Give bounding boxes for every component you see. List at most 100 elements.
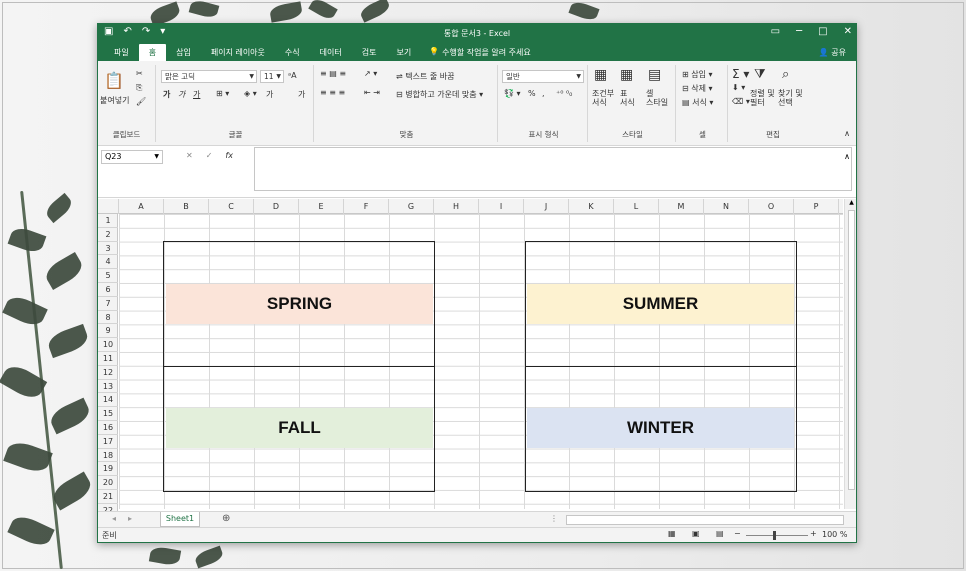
comma-icon[interactable]: , xyxy=(542,89,545,98)
column-header-e[interactable]: E xyxy=(299,199,344,214)
column-header-n[interactable]: N xyxy=(704,199,749,214)
scroll-thumb[interactable] xyxy=(848,210,855,490)
close-icon[interactable]: ✕ xyxy=(844,26,852,37)
zoom-out-icon[interactable]: − xyxy=(734,529,741,538)
find-select-button[interactable]: 찾기 및 선택 xyxy=(778,89,803,107)
horizontal-scrollbar[interactable] xyxy=(566,515,844,525)
scroll-up-icon[interactable]: ▲ xyxy=(845,199,856,206)
split-handle-icon[interactable]: ⋮ xyxy=(550,514,558,523)
zoom-level[interactable]: 100 % xyxy=(822,530,847,539)
row-header-5[interactable]: 5 xyxy=(98,269,118,283)
percent-button[interactable]: % xyxy=(528,89,536,98)
indent-icon[interactable]: ⇤ ⇥ xyxy=(364,88,380,97)
normal-view-icon[interactable]: ▦ xyxy=(668,529,676,538)
column-header-d[interactable]: D xyxy=(254,199,299,214)
tab-review[interactable]: 검토 xyxy=(352,44,387,61)
font-size-select[interactable]: 11 ▼ xyxy=(260,70,284,83)
row-header-17[interactable]: 17 xyxy=(98,435,118,449)
paste-icon[interactable]: 📋 xyxy=(104,71,124,90)
tell-me-box[interactable]: 💡 수행할 작업을 알려 주세요 xyxy=(421,44,539,61)
fall-label[interactable]: FALL xyxy=(166,408,433,448)
row-header-7[interactable]: 7 xyxy=(98,297,118,311)
row-header-21[interactable]: 21 xyxy=(98,490,118,504)
merge-center-button[interactable]: ⊟ 병합하고 가운데 맞춤 ▾ xyxy=(396,89,483,100)
select-all-corner[interactable] xyxy=(98,199,119,214)
tab-home[interactable]: 홈 xyxy=(138,44,167,61)
border-icon[interactable]: ⊞ ▾ xyxy=(216,89,229,98)
conditional-format-icon[interactable]: ▦ xyxy=(594,67,607,83)
page-layout-view-icon[interactable]: ▣ xyxy=(692,529,700,538)
font-color-button[interactable]: 가 xyxy=(266,89,273,100)
row-header-13[interactable]: 13 xyxy=(98,380,118,394)
summer-label[interactable]: SUMMER xyxy=(527,284,794,324)
column-header-g[interactable]: G xyxy=(389,199,434,214)
share-button[interactable]: 👤 공유 xyxy=(819,47,846,58)
align-top-icon[interactable]: ≡ ▤ ≡ xyxy=(320,69,346,78)
column-header-c[interactable]: C xyxy=(209,199,254,214)
underline-button[interactable]: 가 xyxy=(193,89,200,100)
cell-styles-button[interactable]: 셀 스타일 xyxy=(646,89,668,107)
fill-icon[interactable]: ⬇ ▾ xyxy=(732,83,745,92)
zoom-in-icon[interactable]: + xyxy=(810,529,817,538)
row-header-6[interactable]: 6 xyxy=(98,283,118,297)
column-header-f[interactable]: F xyxy=(344,199,389,214)
clear-icon[interactable]: ⌫ ▾ xyxy=(732,97,750,106)
number-format-select[interactable]: 일반 ▼ xyxy=(502,70,584,83)
sort-filter-button[interactable]: 정렬 및 필터 xyxy=(750,89,775,107)
filter-icon[interactable]: ⧩ xyxy=(754,67,766,82)
decimal-icon[interactable]: ⁺⁰ ⁰₀ xyxy=(556,89,572,98)
page-break-view-icon[interactable]: ▤ xyxy=(716,529,724,538)
align-left-icon[interactable]: ≡ ≡ ≡ xyxy=(320,88,345,97)
spring-label[interactable]: SPRING xyxy=(166,284,433,324)
tab-prev-icon[interactable]: ◂ xyxy=(112,514,116,523)
tab-data[interactable]: 데이터 xyxy=(310,44,352,61)
tab-file[interactable]: 파일 xyxy=(104,44,139,61)
enter-icon[interactable]: ✓ xyxy=(206,151,213,160)
table-format-icon[interactable]: ▦ xyxy=(620,67,633,83)
column-header-p[interactable]: P xyxy=(794,199,839,214)
column-header-a[interactable]: A xyxy=(119,199,164,214)
column-header-o[interactable]: O xyxy=(749,199,794,214)
tab-next-icon[interactable]: ▸ xyxy=(128,514,132,523)
row-header-15[interactable]: 15 xyxy=(98,407,118,421)
orientation-icon[interactable]: ↗ ▾ xyxy=(364,69,377,78)
tab-insert[interactable]: 삽입 xyxy=(166,44,201,61)
column-header-l[interactable]: L xyxy=(614,199,659,214)
grow-font-icon[interactable]: ᵃA xyxy=(288,71,297,80)
delete-cells-button[interactable]: ⊟ 삭제 ▾ xyxy=(682,83,713,94)
wrap-text-button[interactable]: ⇌ 텍스트 줄 바꿈 xyxy=(396,71,455,82)
column-header-i[interactable]: I xyxy=(479,199,524,214)
row-header-11[interactable]: 11 xyxy=(98,352,118,366)
phonetic-icon[interactable]: 가 xyxy=(298,89,305,100)
row-header-20[interactable]: 20 xyxy=(98,476,118,490)
search-icon[interactable]: ⌕ xyxy=(782,67,789,82)
autosum-icon[interactable]: Σ ▾ xyxy=(732,67,749,81)
row-header-14[interactable]: 14 xyxy=(98,393,118,408)
row-header-19[interactable]: 19 xyxy=(98,462,118,477)
minimize-icon[interactable]: ─ xyxy=(796,26,802,37)
fill-color-icon[interactable]: ◈ ▾ xyxy=(244,89,257,98)
name-box[interactable]: Q23 ▼ xyxy=(101,150,163,164)
row-header-1[interactable]: 1 xyxy=(98,214,118,228)
row-header-9[interactable]: 9 xyxy=(98,324,118,339)
zoom-slider[interactable] xyxy=(746,535,808,536)
collapse-ribbon-icon[interactable]: ∧ xyxy=(844,129,850,138)
italic-button[interactable]: 가 xyxy=(178,89,185,100)
zoom-thumb[interactable] xyxy=(773,531,776,540)
formula-input[interactable] xyxy=(254,147,852,191)
row-header-4[interactable]: 4 xyxy=(98,255,118,270)
row-header-18[interactable]: 18 xyxy=(98,449,118,463)
maximize-icon[interactable]: □ xyxy=(818,26,827,37)
currency-icon[interactable]: 💱 ▾ xyxy=(504,89,521,98)
row-header-12[interactable]: 12 xyxy=(98,366,118,380)
expand-formula-icon[interactable]: ∧ xyxy=(844,152,850,161)
format-cells-button[interactable]: ▤ 서식 ▾ xyxy=(682,97,713,108)
column-header-h[interactable]: H xyxy=(434,199,479,214)
format-painter-icon[interactable]: 🖌 xyxy=(136,97,146,106)
ribbon-display-icon[interactable]: ▭ xyxy=(771,26,780,37)
row-header-16[interactable]: 16 xyxy=(98,421,118,435)
bold-button[interactable]: 가 xyxy=(163,89,170,100)
row-header-3[interactable]: 3 xyxy=(98,242,118,256)
cut-icon[interactable]: ✂ xyxy=(136,69,143,78)
row-header-8[interactable]: 8 xyxy=(98,311,118,325)
